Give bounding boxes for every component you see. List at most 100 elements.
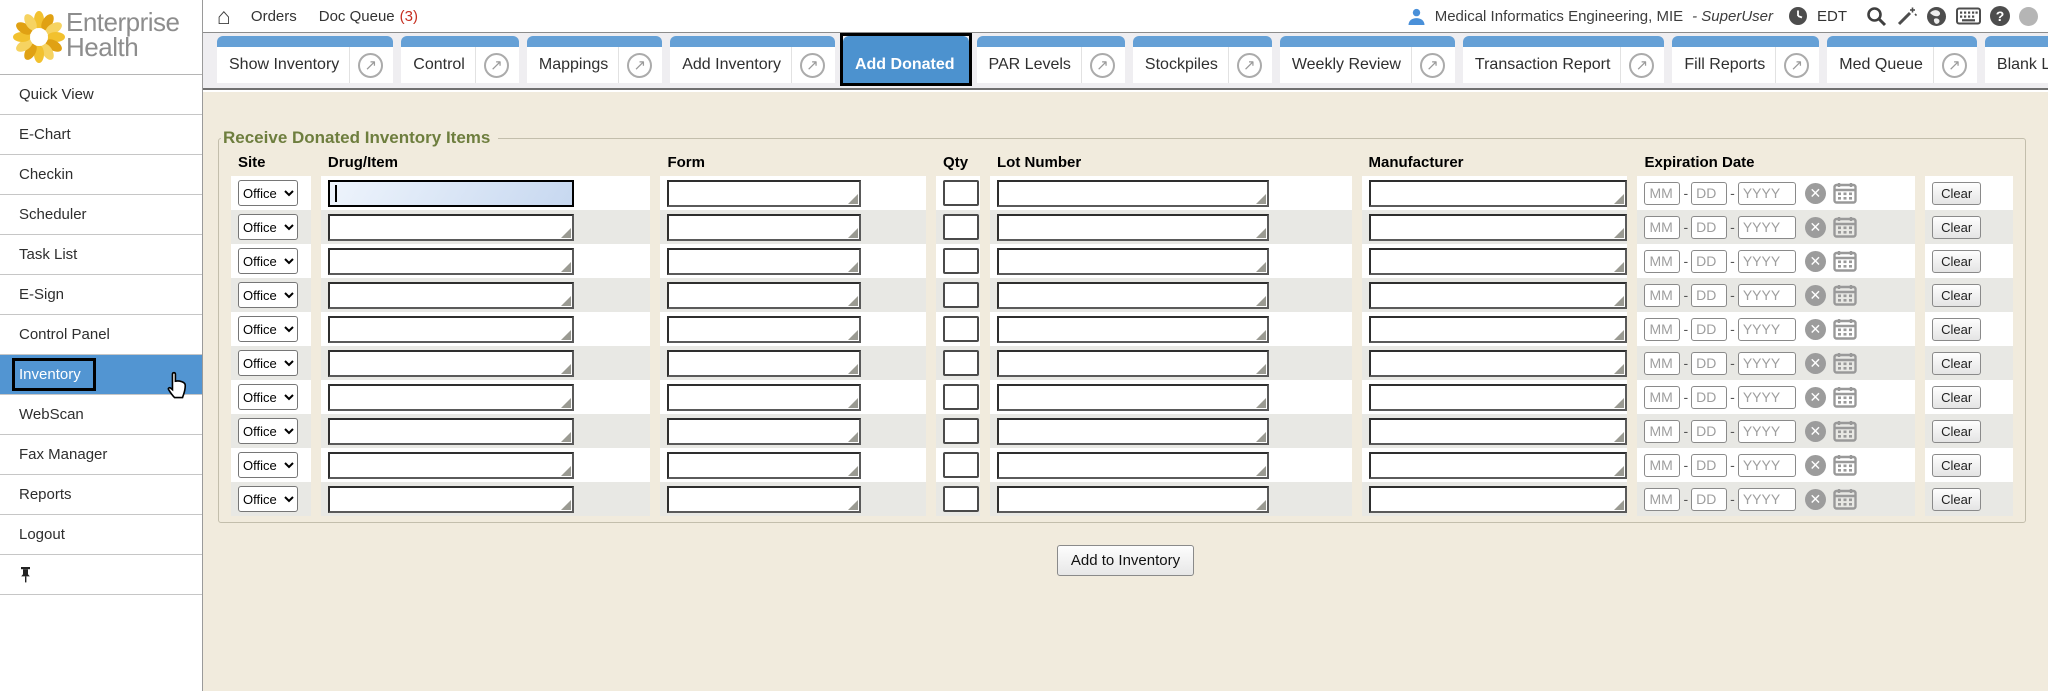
site-select[interactable]: Office: [238, 452, 298, 478]
clear-date-icon[interactable]: ✕: [1805, 353, 1826, 374]
qty-input[interactable]: [943, 350, 979, 376]
search-icon[interactable]: [1866, 6, 1887, 27]
qty-input[interactable]: [943, 486, 979, 512]
open-arrow-icon[interactable]: [1629, 53, 1654, 78]
clear-row-button[interactable]: Clear: [1932, 216, 1981, 239]
exp-year-input[interactable]: [1738, 420, 1796, 443]
calendar-icon[interactable]: [1833, 318, 1857, 340]
tab-transaction-report[interactable]: Transaction Report: [1463, 36, 1664, 83]
clear-date-icon[interactable]: ✕: [1805, 183, 1826, 204]
qty-input[interactable]: [943, 316, 979, 342]
exp-day-input[interactable]: [1691, 216, 1727, 239]
exp-month-input[interactable]: [1644, 352, 1680, 375]
lot-number-input[interactable]: [997, 486, 1269, 513]
drug-item-input[interactable]: [328, 418, 574, 445]
clear-date-icon[interactable]: ✕: [1805, 455, 1826, 476]
clear-date-icon[interactable]: ✕: [1805, 489, 1826, 510]
tab-add-donated[interactable]: Add Donated: [843, 36, 969, 83]
manufacturer-input[interactable]: [1369, 180, 1627, 207]
open-arrow-icon[interactable]: [1784, 53, 1809, 78]
qty-input[interactable]: [943, 418, 979, 444]
qty-input[interactable]: [943, 214, 979, 240]
exp-month-input[interactable]: [1644, 386, 1680, 409]
manufacturer-input[interactable]: [1369, 350, 1627, 377]
open-arrow-icon[interactable]: [1237, 53, 1262, 78]
sidebar-pin-row[interactable]: [0, 555, 202, 595]
exp-year-input[interactable]: [1738, 386, 1796, 409]
exp-day-input[interactable]: [1691, 284, 1727, 307]
lot-number-input[interactable]: [997, 384, 1269, 411]
clear-row-button[interactable]: Clear: [1932, 386, 1981, 409]
site-select[interactable]: Office: [238, 214, 298, 240]
clear-row-button[interactable]: Clear: [1932, 454, 1981, 477]
form-input[interactable]: [667, 248, 861, 275]
sidebar-item-control-panel[interactable]: Control Panel: [0, 315, 202, 355]
exp-year-input[interactable]: [1738, 182, 1796, 205]
exp-month-input[interactable]: [1644, 488, 1680, 511]
tab-add-inventory[interactable]: Add Inventory: [670, 36, 835, 83]
clear-row-button[interactable]: Clear: [1932, 420, 1981, 443]
exp-month-input[interactable]: [1644, 284, 1680, 307]
exp-year-input[interactable]: [1738, 352, 1796, 375]
globe-icon[interactable]: [1926, 6, 1947, 27]
open-arrow-icon[interactable]: [1420, 53, 1445, 78]
site-select[interactable]: Office: [238, 384, 298, 410]
calendar-icon[interactable]: [1833, 488, 1857, 510]
site-select[interactable]: Office: [238, 418, 298, 444]
sidebar-item-reports[interactable]: Reports: [0, 475, 202, 515]
qty-input[interactable]: [943, 452, 979, 478]
lot-number-input[interactable]: [997, 214, 1269, 241]
tab-show-inventory[interactable]: Show Inventory: [217, 36, 393, 83]
exp-year-input[interactable]: [1738, 216, 1796, 239]
sidebar-item-e-sign[interactable]: E-Sign: [0, 275, 202, 315]
clear-date-icon[interactable]: ✕: [1805, 217, 1826, 238]
manufacturer-input[interactable]: [1369, 384, 1627, 411]
qty-input[interactable]: [943, 180, 979, 206]
manufacturer-input[interactable]: [1369, 248, 1627, 275]
open-arrow-icon[interactable]: [1090, 53, 1115, 78]
exp-month-input[interactable]: [1644, 216, 1680, 239]
exp-day-input[interactable]: [1691, 454, 1727, 477]
qty-input[interactable]: [943, 248, 979, 274]
exp-day-input[interactable]: [1691, 182, 1727, 205]
home-icon[interactable]: ⌂: [217, 5, 231, 28]
calendar-icon[interactable]: [1833, 352, 1857, 374]
open-arrow-icon[interactable]: [1942, 53, 1967, 78]
nav-link-doc-queue[interactable]: Doc Queue: [319, 8, 395, 25]
lot-number-input[interactable]: [997, 452, 1269, 479]
exp-month-input[interactable]: [1644, 420, 1680, 443]
site-select[interactable]: Office: [238, 316, 298, 342]
drug-item-input[interactable]: [328, 350, 574, 377]
keyboard-icon[interactable]: [1956, 7, 1981, 25]
drug-item-input[interactable]: [328, 486, 574, 513]
drug-item-input[interactable]: [328, 452, 574, 479]
form-input[interactable]: [667, 316, 861, 343]
nav-link-orders[interactable]: Orders: [251, 8, 297, 25]
drug-item-input[interactable]: [328, 248, 574, 275]
form-input[interactable]: [667, 282, 861, 309]
open-arrow-icon[interactable]: [358, 53, 383, 78]
qty-input[interactable]: [943, 282, 979, 308]
form-input[interactable]: [667, 384, 861, 411]
clear-row-button[interactable]: Clear: [1932, 284, 1981, 307]
exp-year-input[interactable]: [1738, 284, 1796, 307]
form-input[interactable]: [667, 214, 861, 241]
clear-date-icon[interactable]: ✕: [1805, 319, 1826, 340]
calendar-icon[interactable]: [1833, 386, 1857, 408]
tab-control[interactable]: Control: [401, 36, 519, 83]
tab-blank-labels[interactable]: Blank Labels: [1985, 36, 2048, 83]
lot-number-input[interactable]: [997, 282, 1269, 309]
tab-stockpiles[interactable]: Stockpiles: [1133, 36, 1272, 83]
exp-month-input[interactable]: [1644, 318, 1680, 341]
help-icon[interactable]: ?: [1990, 6, 2010, 26]
tab-fill-reports[interactable]: Fill Reports: [1672, 36, 1819, 83]
site-select[interactable]: Office: [238, 180, 298, 206]
sidebar-item-logout[interactable]: Logout: [0, 515, 202, 555]
lot-number-input[interactable]: [997, 316, 1269, 343]
tab-par-levels[interactable]: PAR Levels: [977, 36, 1125, 83]
exp-year-input[interactable]: [1738, 250, 1796, 273]
drug-item-input[interactable]: [328, 282, 574, 309]
exp-day-input[interactable]: [1691, 420, 1727, 443]
tab-med-queue[interactable]: Med Queue: [1827, 36, 1977, 83]
site-select[interactable]: Office: [238, 486, 298, 512]
